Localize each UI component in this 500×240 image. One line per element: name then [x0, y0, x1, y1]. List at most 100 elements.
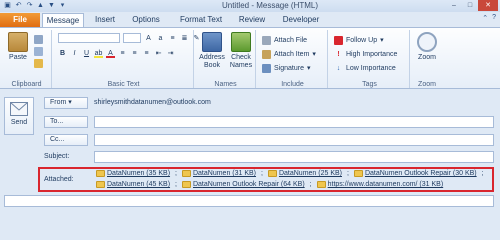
cc-field[interactable] — [94, 134, 494, 146]
attach-item-button[interactable]: Attach Item ▾ — [262, 49, 316, 59]
from-label: From — [50, 99, 67, 106]
redo-icon[interactable]: ↷ — [25, 1, 34, 10]
up-arrow-icon[interactable]: ▲ — [36, 1, 45, 10]
signature-label: Signature — [274, 64, 304, 72]
title-bar: ▣ ↶ ↷ ▲ ▼ ▾ Untitled - Message (HTML) – … — [0, 0, 500, 12]
attachment-item[interactable]: DataNumen (45 KB) — [96, 181, 170, 188]
separator: ; — [309, 181, 312, 188]
paste-icon — [8, 32, 28, 52]
tab-options[interactable]: Options — [128, 13, 164, 27]
message-body[interactable] — [4, 195, 494, 207]
shrink-font-icon[interactable]: a — [156, 34, 165, 43]
tags-group-label: Tags — [362, 81, 377, 88]
attachment-label: DataNumen Outlook Repair (64 KB) — [192, 181, 305, 188]
cut-button[interactable] — [34, 34, 43, 44]
tab-insert[interactable]: Insert — [88, 13, 122, 27]
italic-button[interactable]: I — [70, 49, 79, 58]
attached-label: Attached: — [44, 176, 74, 183]
bullets-icon[interactable]: ≡ — [168, 34, 177, 43]
tab-developer[interactable]: Developer — [278, 13, 324, 27]
zoom-button[interactable]: Zoom — [414, 32, 440, 62]
high-importance-button[interactable]: ! High Importance — [334, 49, 397, 59]
save-icon[interactable]: ▣ — [3, 1, 12, 10]
down-arrow-icon: ↓ — [336, 64, 341, 72]
tab-message[interactable]: Message — [42, 13, 84, 27]
maximize-icon[interactable]: □ — [462, 0, 478, 11]
font-name-field[interactable] — [58, 33, 120, 43]
numbering-icon[interactable]: ≣ — [180, 34, 189, 43]
font-color-icon[interactable]: A — [106, 49, 115, 58]
separator: ; — [175, 170, 177, 177]
format-painter-button[interactable] — [34, 58, 43, 68]
separator: ; — [175, 181, 177, 188]
bold-button[interactable]: B — [58, 49, 67, 58]
to-field[interactable] — [94, 116, 494, 128]
format-painter-icon — [34, 58, 43, 68]
paste-button[interactable]: Paste — [6, 32, 30, 62]
tab-format-text[interactable]: Format Text — [176, 13, 226, 27]
cut-icon — [34, 34, 43, 44]
group-zoom: Zoom Zoom — [412, 30, 442, 88]
attach-file-button[interactable]: Attach File — [262, 35, 307, 45]
attachment-item[interactable]: DataNumen (31 KB) — [181, 170, 256, 177]
font-size-field[interactable] — [123, 33, 141, 43]
customize-icon[interactable]: ▾ — [58, 1, 67, 10]
underline-button[interactable]: U — [82, 49, 91, 58]
dropdown-arrow-icon: ▾ — [312, 51, 316, 58]
tab-review[interactable]: Review — [235, 13, 269, 27]
attachment-item[interactable]: DataNumen (25 KB) — [267, 170, 342, 177]
minimize-icon[interactable]: – — [446, 0, 462, 11]
close-icon[interactable]: ✕ — [478, 0, 498, 11]
separator: ; — [481, 170, 484, 177]
down-arrow-icon[interactable]: ▼ — [47, 1, 56, 10]
follow-up-button[interactable]: Follow Up ▾ — [334, 35, 384, 45]
grow-font-icon[interactable]: A — [144, 34, 153, 43]
minimize-ribbon-icon[interactable]: ⌃ — [482, 14, 488, 22]
align-right-icon[interactable]: ≡ — [142, 49, 151, 58]
group-tags: Follow Up ▾ ! High Importance ↓ Low Impo… — [330, 30, 410, 88]
ribbon: Paste Clipboard A a ≡ ≣ ✎ B I U ab A ≡ ≡… — [0, 27, 500, 89]
signature-button[interactable]: Signature ▾ — [262, 63, 310, 73]
zoom-label: Zoom — [418, 54, 436, 61]
font-row: A a ≡ ≣ ✎ — [58, 33, 201, 43]
format-row: B I U ab A ≡ ≡ ≡ ⇤ ⇥ — [58, 48, 175, 58]
increase-indent-icon[interactable]: ⇥ — [166, 49, 175, 58]
send-label: Send — [10, 119, 28, 126]
copy-button[interactable] — [34, 46, 43, 56]
decrease-indent-icon[interactable]: ⇤ — [154, 49, 163, 58]
paste-label: Paste — [9, 54, 27, 61]
basic-text-group-label: Basic Text — [107, 81, 140, 88]
attachment-label: DataNumen (45 KB) — [107, 181, 171, 188]
address-book-label: Address Book — [199, 54, 225, 69]
align-center-icon[interactable]: ≡ — [130, 49, 139, 58]
help-icon[interactable]: ? — [492, 14, 496, 22]
attachment-item[interactable]: DataNumen Outlook Repair (64 KB) — [181, 181, 305, 188]
cc-button[interactable]: Cc... — [44, 134, 88, 146]
separator: ; — [347, 170, 349, 177]
align-left-icon[interactable]: ≡ — [118, 49, 127, 58]
from-button[interactable]: From ▾ — [44, 97, 88, 109]
dropdown-arrow-icon: ▾ — [380, 37, 384, 44]
from-address: shirleysmithdatanumen@outlook.com — [94, 99, 211, 106]
tab-file[interactable]: File — [0, 13, 40, 27]
subject-field[interactable] — [94, 151, 494, 163]
attachments-row-1: DataNumen (35 KB); DataNumen (31 KB); Da… — [96, 170, 484, 177]
to-button[interactable]: To... — [44, 116, 88, 128]
send-button[interactable]: Send — [4, 97, 34, 135]
ribbon-right-controls: ⌃ ? — [482, 14, 496, 22]
attachment-item[interactable]: https://www.datanumen.com/ (31 KB) — [316, 181, 443, 188]
attachment-label: DataNumen Outlook Repair (30 KB) — [364, 170, 477, 177]
follow-up-label: Follow Up — [346, 36, 378, 44]
check-names-icon — [231, 32, 251, 52]
attachment-item[interactable]: DataNumen (35 KB) — [96, 170, 170, 177]
high-importance-label: High Importance — [346, 50, 398, 58]
low-importance-button[interactable]: ↓ Low Importance — [334, 63, 396, 73]
window-controls: – □ ✕ — [446, 0, 498, 11]
address-book-button[interactable]: Address Book — [198, 32, 226, 70]
attachment-icon — [96, 170, 105, 177]
attachment-item[interactable]: DataNumen Outlook Repair (30 KB) — [353, 170, 477, 177]
check-names-button[interactable]: Check Names — [227, 32, 255, 70]
highlight-icon[interactable]: ab — [94, 49, 103, 58]
undo-icon[interactable]: ↶ — [14, 1, 23, 10]
attach-item-icon — [262, 49, 271, 59]
